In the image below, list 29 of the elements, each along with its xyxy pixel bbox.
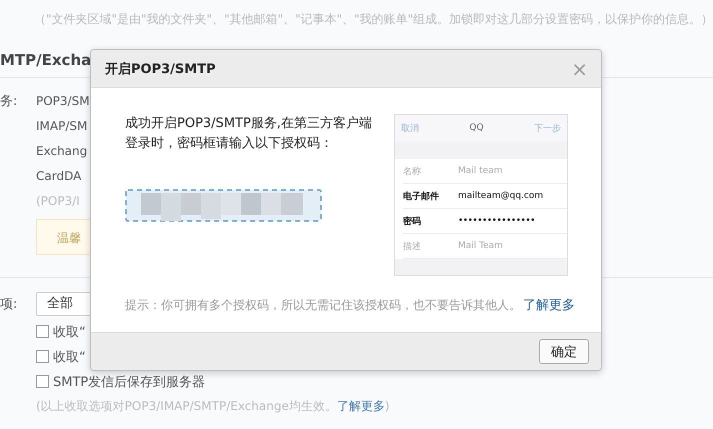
receive-label: 项:: [0, 296, 18, 314]
preview-field-label: 电子邮件: [403, 190, 440, 202]
service-name: POP3/SM: [36, 93, 90, 110]
checkbox[interactable]: [36, 325, 49, 338]
options-note: (以上收取选项对POP3/IMAP/SMTP/Exchange均生效。了解更多): [36, 398, 390, 415]
section-title: MTP/Excha: [0, 50, 92, 71]
preview-title: QQ: [469, 123, 484, 133]
service-name: Exchang: [36, 143, 88, 160]
learn-more-link[interactable]: 了解更多: [523, 298, 575, 313]
folder-note: （"文件夹区域"是由"我的文件夹"、"其他邮箱"、"记事本"、"我的账单"组成。加锁即对这几部分设置密码，以保护你的信息。）: [34, 11, 713, 28]
preview-field-label: 密码: [403, 215, 422, 228]
services-label: 务:: [0, 93, 18, 111]
service-name: IMAP/SM: [36, 118, 88, 135]
service-name: CardDA: [36, 168, 82, 185]
ok-button[interactable]: 确定: [539, 339, 589, 364]
services-note: (POP3/I: [36, 193, 80, 210]
next-label: 下一步: [534, 122, 561, 134]
learn-more-link[interactable]: 了解更多: [336, 399, 385, 413]
preview-field-label: 名称: [403, 166, 422, 178]
option-label: SMTP发信后保存到服务器: [53, 374, 206, 390]
option-label: 收取“: [53, 348, 86, 366]
cancel-label: 取消: [401, 122, 419, 134]
preview-field-label: 描述: [403, 240, 422, 252]
checkbox[interactable]: [36, 375, 49, 388]
checkbox[interactable]: [36, 350, 49, 363]
dialog-hint: 提示：你可拥有多个授权码，所以无需记住该授权码，也不要告诉其他人。了解更多: [125, 297, 576, 314]
dialog-message: 成功开启POP3/SMTP服务,在第三方客户端登录时，密码框请输入以下授权码：: [125, 115, 373, 153]
dialog-title: 开启POP3/SMTP: [105, 60, 216, 78]
option-label: 收取“: [53, 324, 86, 340]
